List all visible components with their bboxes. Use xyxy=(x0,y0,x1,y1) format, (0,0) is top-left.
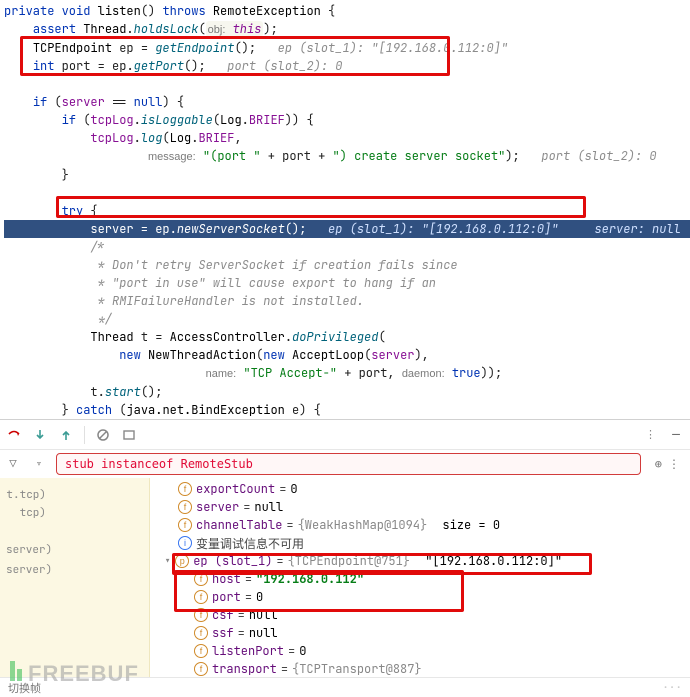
variables-tree[interactable]: fexportCount=0 fserver=null fchannelTabl… xyxy=(150,478,690,677)
step-into-icon[interactable] xyxy=(32,427,48,443)
evaluate-icon[interactable] xyxy=(121,427,137,443)
var-row[interactable]: fchannelTable={WeakHashMap@1094} size = … xyxy=(150,516,690,534)
step-over-icon[interactable] xyxy=(6,427,22,443)
var-row[interactable]: fexportCount=0 xyxy=(150,480,690,498)
expand-icon[interactable]: ▿ xyxy=(30,456,48,472)
var-row[interactable]: fport=0 xyxy=(150,588,690,606)
add-watch-icon[interactable]: ⊕ xyxy=(655,456,662,472)
debug-search-row: ▽ ▿ stub instanceof RemoteStub ⊕ ⋮ xyxy=(0,450,690,478)
param-hint: obj: this xyxy=(206,21,264,37)
var-info-row: i变量调试信息不可用 xyxy=(150,534,690,552)
frame-entry[interactable]: tcp) xyxy=(0,506,46,520)
frame-entry[interactable]: t.tcp) xyxy=(0,488,46,502)
filter-icon[interactable]: ▽ xyxy=(4,456,22,472)
var-row[interactable]: flistenPort=0 xyxy=(150,642,690,660)
watch-expression-input[interactable]: stub instanceof RemoteStub xyxy=(56,453,641,475)
var-row[interactable]: fhost="192.168.0.112" xyxy=(150,570,690,588)
var-row[interactable]: fserver=null xyxy=(150,498,690,516)
var-row[interactable]: fssf=null xyxy=(150,624,690,642)
var-row[interactable]: ftransport={TCPTransport@887} xyxy=(150,660,690,677)
debug-toolbar: ⋮ — xyxy=(0,420,690,450)
watermark: FREEBUF xyxy=(10,661,139,687)
code-editor[interactable]: private void listen() throws RemoteExcep… xyxy=(0,0,690,419)
status-right: ··· xyxy=(662,681,682,695)
step-out-icon[interactable] xyxy=(58,427,74,443)
frames-panel[interactable]: t.tcp) tcp) server) server) xyxy=(0,478,150,677)
collapse-panel-icon[interactable]: — xyxy=(668,427,684,443)
more-icon[interactable]: ⋮ xyxy=(645,428,658,442)
debug-panel: ⋮ — ▽ ▿ stub instanceof RemoteStub ⊕ ⋮ t… xyxy=(0,419,690,697)
var-row[interactable]: fcsf=null xyxy=(150,606,690,624)
mute-breakpoints-icon[interactable] xyxy=(95,427,111,443)
watch-menu-icon[interactable]: ⋮ xyxy=(668,456,680,472)
frame-entry[interactable]: server) xyxy=(6,543,52,557)
var-row-ep[interactable]: ▾pep (slot_1)={TCPEndpoint@751} "[192.16… xyxy=(150,552,690,570)
current-execution-line: server = ep.newServerSocket(); ep (slot_… xyxy=(4,220,690,238)
frame-entry[interactable]: server) xyxy=(6,563,52,577)
